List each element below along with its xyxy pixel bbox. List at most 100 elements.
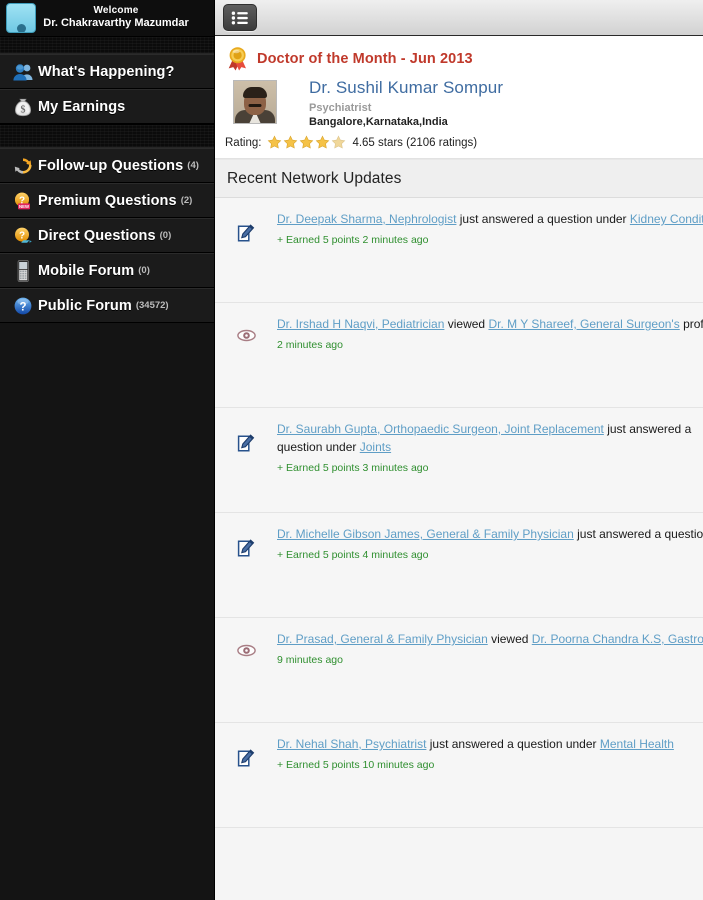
content-scroll-area[interactable]: Doctor of the Month - Jun 2013 Dr. Sushi… (215, 36, 703, 900)
sidebar-item-count: (0) (159, 230, 172, 241)
edit-pencil-icon (215, 210, 277, 290)
feed-item-text: Dr. Saurabh Gupta, Orthopaedic Surgeon, … (277, 420, 703, 456)
money-bag-icon: $ (8, 96, 38, 118)
sidebar-divider (0, 124, 214, 148)
feed-item-meta: 9 minutes ago (277, 654, 343, 666)
feed-heading-bar: Recent Network Updates (215, 159, 703, 198)
svg-text:?: ? (19, 230, 25, 241)
doctor-of-the-month-panel: Doctor of the Month - Jun 2013 Dr. Sushi… (215, 36, 703, 159)
sidebar-item-followup-questions[interactable]: Follow-up Questions (4) (0, 148, 214, 183)
sidebar-item-count: (2) (180, 195, 193, 206)
sidebar-item-label: Premium Questions (38, 192, 177, 209)
welcome-label: Welcome (93, 4, 139, 16)
sidebar-item-label: Public Forum (38, 297, 132, 314)
feed-target-link[interactable]: Joints (360, 440, 391, 454)
feed-item-meta: 2 minutes ago (277, 339, 343, 351)
award-ribbon-icon (225, 46, 251, 72)
eye-view-icon (215, 630, 277, 710)
question-circle-icon: ? (8, 295, 38, 317)
feed-middle-text: viewed (444, 317, 489, 331)
feed-item[interactable]: Dr. Michelle Gibson James, General & Fam… (215, 513, 703, 618)
question-arrow-icon: ? (8, 225, 38, 247)
sidebar-item-label: Mobile Forum (38, 262, 135, 279)
feed-actor-link[interactable]: Dr. Prasad, General & Family Physician (277, 632, 488, 646)
feed-item-text: Dr. Irshad H Naqvi, Pediatrician viewed … (277, 315, 703, 333)
feed-item[interactable]: Dr. Irshad H Naqvi, Pediatrician viewed … (215, 303, 703, 408)
top-toolbar (215, 0, 703, 36)
edit-pencil-icon (215, 735, 277, 815)
feed-target-link[interactable]: Kidney Conditions (630, 212, 703, 226)
feed-item[interactable]: Dr. Saurabh Gupta, Orthopaedic Surgeon, … (215, 408, 703, 513)
feed-actor-link[interactable]: Dr. Irshad H Naqvi, Pediatrician (277, 317, 444, 331)
feed-middle-text: just answered a question under (456, 212, 630, 226)
edit-pencil-icon (215, 525, 277, 605)
sidebar-item-count: (4) (187, 160, 199, 171)
doctor-photo (233, 80, 277, 124)
sidebar-item-label: My Earnings (38, 98, 126, 115)
user-name: Dr. Chakravarthy Mazumdar (43, 17, 189, 30)
doctor-of-the-month-heading: Doctor of the Month - Jun 2013 (257, 51, 473, 67)
question-new-badge-icon: ? NEW (8, 190, 38, 212)
doctor-rating-row: Rating: 4.65 stars (2106 ratings) (225, 135, 703, 150)
feed-tail-text: profile (683, 317, 703, 331)
feed-heading: Recent Network Updates (227, 170, 402, 187)
feed-actor-link[interactable]: Dr. Nehal Shah, Psychiatrist (277, 737, 426, 751)
doctor-location: Bangalore,Karnataka,India (309, 116, 448, 128)
feed-item-meta: + Earned 5 points 3 minutes ago (277, 462, 429, 474)
refresh-arrows-icon (8, 155, 38, 177)
app-root: Welcome Dr. Chakravarthy Mazumdar What's… (0, 0, 703, 900)
sidebar-item-premium-questions[interactable]: ? NEW Premium Questions (2) (0, 183, 214, 218)
feed-item-text: Dr. Prasad, General & Family Physician v… (277, 630, 703, 648)
network-updates-feed: Dr. Deepak Sharma, Nephrologist just ans… (215, 198, 703, 828)
people-icon (8, 62, 38, 82)
feed-item[interactable]: Dr. Deepak Sharma, Nephrologist just ans… (215, 198, 703, 303)
star-icon (315, 135, 330, 150)
sidebar-item-count: (0) (138, 265, 150, 276)
sidebar-divider (0, 36, 214, 54)
feed-actor-link[interactable]: Dr. Saurabh Gupta, Orthopaedic Surgeon, … (277, 422, 604, 436)
doctor-name[interactable]: Dr. Sushil Kumar Sompur (309, 78, 503, 98)
feed-item-meta: + Earned 5 points 10 minutes ago (277, 759, 435, 771)
svg-text:$: $ (21, 104, 26, 115)
feed-middle-text: viewed (487, 632, 532, 646)
user-avatar-icon (6, 3, 36, 33)
rating-text: 4.65 stars (2106 ratings) (352, 136, 478, 149)
feed-item-text: Dr. Deepak Sharma, Nephrologist just ans… (277, 210, 703, 228)
rating-stars (267, 135, 346, 150)
sidebar-item-count: (34572) (135, 300, 169, 311)
sidebar-item-public-forum[interactable]: ? Public Forum (34572) (0, 288, 214, 323)
edit-pencil-icon (215, 420, 277, 500)
feed-target-link[interactable]: Dr. Poorna Chandra K.S, Gastroenterologi… (532, 632, 703, 646)
feed-actor-link[interactable]: Dr. Deepak Sharma, Nephrologist (277, 212, 456, 226)
doctor-info: Dr. Sushil Kumar Sompur Psychiatrist Ban… (309, 78, 503, 128)
star-icon-partial (331, 135, 346, 150)
sidebar-item-whats-happening[interactable]: What's Happening? (0, 54, 214, 89)
feed-actor-link[interactable]: Dr. Michelle Gibson James, General & Fam… (277, 527, 574, 541)
star-icon (283, 135, 298, 150)
feed-item[interactable]: Dr. Prasad, General & Family Physician v… (215, 618, 703, 723)
feed-middle-text: just answered a question under (426, 737, 600, 751)
sidebar-item-my-earnings[interactable]: $ My Earnings (0, 89, 214, 124)
feed-target-link[interactable]: Dr. M Y Shareef, General Surgeon's (488, 317, 679, 331)
feed-item[interactable]: Dr. Nehal Shah, Psychiatrist just answer… (215, 723, 703, 828)
mobile-phone-icon (8, 259, 38, 283)
svg-text:?: ? (19, 301, 26, 313)
doctor-of-the-month-title-row: Doctor of the Month - Jun 2013 (225, 46, 703, 72)
eye-view-icon (215, 315, 277, 395)
sidebar-welcome-header: Welcome Dr. Chakravarthy Mazumdar (0, 0, 214, 36)
sidebar-item-direct-questions[interactable]: ? Direct Questions (0) (0, 218, 214, 253)
menu-button[interactable] (223, 4, 257, 31)
sidebar-item-label: Direct Questions (38, 227, 156, 244)
star-icon (299, 135, 314, 150)
feed-target-link[interactable]: Mental Health (600, 737, 674, 751)
sidebar-item-mobile-forum[interactable]: Mobile Forum (0) (0, 253, 214, 288)
star-icon (267, 135, 282, 150)
sidebar-item-label: Follow-up Questions (38, 157, 184, 174)
list-menu-icon (231, 11, 249, 25)
rating-label: Rating: (225, 136, 262, 149)
feed-item-meta: + Earned 5 points 2 minutes ago (277, 234, 429, 246)
sidebar: Welcome Dr. Chakravarthy Mazumdar What's… (0, 0, 215, 900)
doctor-specialty: Psychiatrist (309, 102, 372, 114)
feed-middle-text: just answered a question under (577, 527, 703, 541)
feed-item-text: Dr. Michelle Gibson James, General & Fam… (277, 525, 703, 543)
